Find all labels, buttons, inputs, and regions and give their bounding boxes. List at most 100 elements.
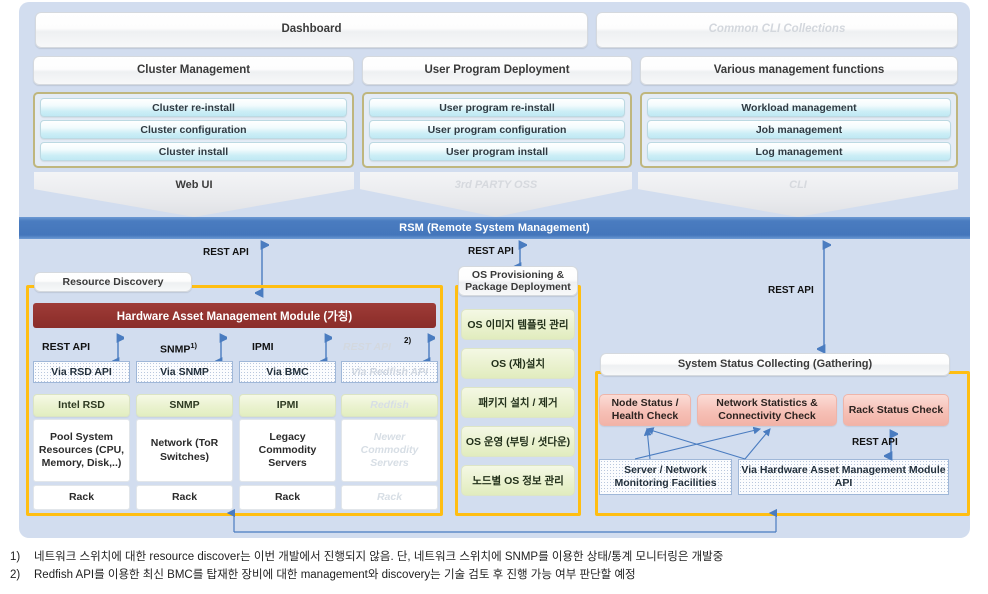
footnote-marker-2: 2) [404, 336, 411, 345]
footnotes: 1) 네트워크 스위치에 대한 resource discover는 이번 개발… [10, 549, 978, 585]
stack-proto-label: Intel RSD [58, 399, 105, 412]
os-provisioning-label: OS Provisioning & Package Deployment [465, 268, 571, 293]
status-collecting-label: System Status Collecting (Gathering) [677, 358, 873, 371]
stack-proto-ipmi: IPMI [239, 394, 336, 417]
source-label: Server / Network Monitoring Facilities [614, 464, 717, 489]
button-label: User program configuration [427, 123, 567, 136]
button-user-program-re-install[interactable]: User program re-install [369, 98, 625, 117]
footnote-number: 2) [10, 568, 21, 581]
check-label: Network Statistics & Connectivity Check [716, 397, 818, 422]
module-header-label: Hardware Asset Management Module (가칭) [116, 310, 353, 323]
button-label: Cluster install [158, 145, 229, 158]
os-item-package-install-remove[interactable]: 패키지 설치 / 제거 [461, 387, 575, 418]
via-label: Via BMC [266, 365, 309, 378]
protocol-label-snmp: SNMP1) [160, 341, 197, 356]
common-cli-collections-label: Common CLI Collections [708, 23, 846, 36]
rack-label: Rack [274, 490, 301, 503]
stack-target-label: Pool System Resources (CPU, Memory, Disk… [38, 430, 125, 470]
stack-rack-4: Rack [341, 485, 438, 510]
button-cluster-install[interactable]: Cluster install [40, 142, 347, 161]
label-rest-api-left: REST API [203, 247, 249, 258]
check-label: Node Status / Health Check [611, 397, 679, 422]
button-cluster-re-install[interactable]: Cluster re-install [40, 98, 347, 117]
os-item-label: OS 운영 (부팅 / 셧다운) [465, 436, 571, 448]
os-item-operation-boot-shutdown[interactable]: OS 운영 (부팅 / 셧다운) [461, 426, 575, 457]
protocol-label-ipmi: IPMI [252, 341, 274, 353]
button-workload-management[interactable]: Workload management [647, 98, 951, 117]
group-title-label: Cluster Management [136, 63, 251, 76]
via-label: Via RSD API [51, 365, 112, 378]
stack-target-label: Newer Commodity Servers [360, 430, 419, 470]
footnote-number: 1) [10, 551, 21, 563]
os-item-label: 노드별 OS 정보 관리 [472, 475, 564, 487]
button-user-program-configuration[interactable]: User program configuration [369, 120, 625, 139]
footnote-marker-text: 2) [404, 336, 412, 345]
footnote-text: 네트워크 스위치에 대한 resource discover는 이번 개발에서 … [34, 551, 724, 563]
os-item-label: 패키지 설치 / 제거 [478, 397, 558, 409]
via-label: Via Redfish API [351, 365, 428, 378]
footnote-text: Redfish API를 이용한 최신 BMC를 탑재한 장비에 대한 mana… [34, 568, 636, 581]
button-log-management[interactable]: Log management [647, 142, 951, 161]
button-cluster-configuration[interactable]: Cluster configuration [40, 120, 347, 139]
protocol-text: REST API [42, 341, 91, 353]
check-node-status-health[interactable]: Node Status / Health Check [599, 394, 691, 426]
protocol-text: REST API [343, 341, 392, 353]
resource-discovery-tag[interactable]: Resource Discovery [34, 272, 192, 292]
via-box-rsd-api: Via RSD API [33, 361, 130, 383]
check-rack-status[interactable]: Rack Status Check [843, 394, 949, 426]
label-rest-api-mid: REST API [468, 246, 514, 257]
os-item-node-os-info-management[interactable]: 노드별 OS 정보 관리 [461, 465, 575, 496]
stack-proto-label: IPMI [276, 399, 299, 412]
label-rest-api-right: REST API [768, 285, 814, 296]
button-job-management[interactable]: Job management [647, 120, 951, 139]
via-label: Via SNMP [160, 365, 209, 378]
dashboard-bar[interactable]: Dashboard [35, 12, 588, 48]
os-item-image-template-management[interactable]: OS 이미지 템플릿 관리 [461, 309, 575, 340]
stack-proto-intel-rsd: Intel RSD [33, 394, 130, 417]
stack-target-label: Network (ToR Switches) [150, 437, 219, 463]
os-provisioning-tag[interactable]: OS Provisioning & Package Deployment [458, 266, 578, 296]
banner-label: 3rd PARTY OSS [454, 179, 538, 191]
footnote-2: 2) Redfish API를 이용한 최신 BMC를 탑재한 장비에 대한 m… [10, 567, 978, 585]
group-frame-various-management-functions: Workload management Job management Log m… [640, 92, 958, 168]
button-label: Cluster configuration [140, 123, 247, 136]
stack-proto-label: SNMP [169, 399, 200, 412]
via-box-snmp: Via SNMP [136, 361, 233, 383]
stack-target-legacy-commodity-servers: Legacy Commodity Servers [239, 419, 336, 482]
stack-target-pool-system-resources: Pool System Resources (CPU, Memory, Disk… [33, 419, 130, 482]
check-label: Rack Status Check [848, 403, 944, 416]
rsm-label: RSM (Remote System Management) [399, 222, 590, 234]
footnote-1: 1) 네트워크 스위치에 대한 resource discover는 이번 개발… [10, 549, 978, 567]
button-label: User program install [445, 145, 549, 158]
stack-rack-3: Rack [239, 485, 336, 510]
arrow-rest-api-right [817, 240, 831, 354]
button-user-program-install[interactable]: User program install [369, 142, 625, 161]
group-title-label: Various management functions [713, 63, 885, 76]
banner-label: CLI [789, 179, 807, 191]
group-title-user-program-deployment[interactable]: User Program Deployment [362, 56, 632, 85]
button-label: Cluster re-install [152, 101, 235, 114]
check-network-statistics-connectivity[interactable]: Network Statistics & Connectivity Check [697, 394, 837, 426]
os-item-label: OS 이미지 템플릿 관리 [467, 319, 569, 331]
os-item-label: OS (재)설치 [490, 358, 546, 370]
rack-label: Rack [376, 490, 403, 503]
common-cli-collections-bar[interactable]: Common CLI Collections [596, 12, 958, 48]
group-title-cluster-management[interactable]: Cluster Management [33, 56, 354, 85]
via-box-bmc: Via BMC [239, 361, 336, 383]
button-label: User program re-install [439, 101, 555, 114]
label-rest-api-status: REST API [852, 437, 898, 448]
button-label: Workload management [741, 101, 857, 114]
stack-target-label: Legacy Commodity Servers [258, 430, 317, 470]
os-item-reinstall[interactable]: OS (재)설치 [461, 348, 575, 379]
stack-proto-redfish: Redfish [341, 394, 438, 417]
footnote-marker: 1) [190, 341, 198, 350]
stack-rack-1: Rack [33, 485, 130, 510]
stack-proto-snmp: SNMP [136, 394, 233, 417]
status-collecting-tag[interactable]: System Status Collecting (Gathering) [600, 353, 950, 376]
stack-rack-2: Rack [136, 485, 233, 510]
source-label: Via Hardware Asset Management Module API [741, 464, 946, 489]
group-title-various-management-functions[interactable]: Various management functions [640, 56, 958, 85]
stack-target-newer-commodity-servers: Newer Commodity Servers [341, 419, 438, 482]
protocol-text: SNMP [160, 343, 191, 356]
source-via-hardware-asset-management-api: Via Hardware Asset Management Module API [738, 459, 949, 495]
